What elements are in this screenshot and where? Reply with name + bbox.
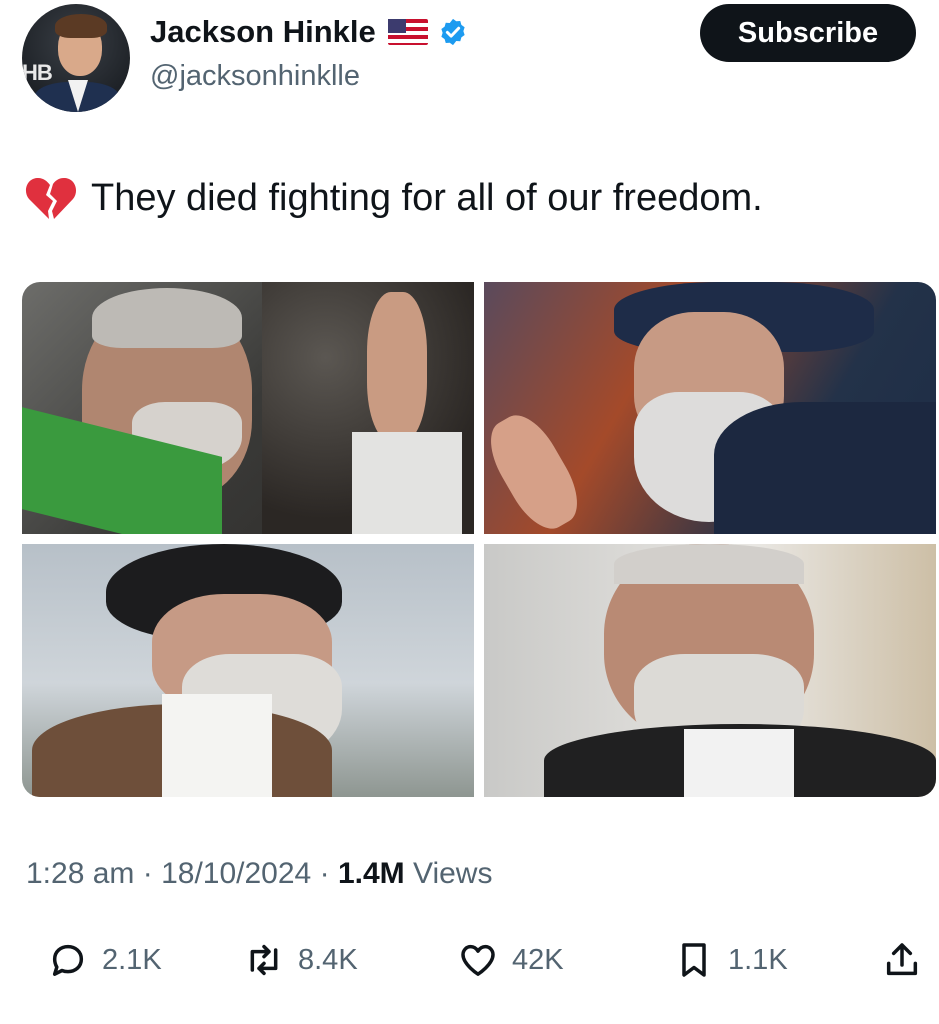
author-name-row[interactable]: Jackson Hinkle [150, 14, 468, 50]
share-button[interactable] [882, 930, 936, 990]
repost-count: 8.4K [298, 943, 358, 976]
us-flag-icon [387, 19, 428, 45]
like-count: 42K [512, 943, 564, 976]
bookmark-icon [682, 943, 706, 977]
tweet-photo-1[interactable] [22, 282, 474, 534]
media-grid [22, 282, 936, 797]
verified-badge-icon [441, 18, 465, 46]
heart-icon [461, 944, 495, 976]
reply-icon [52, 944, 84, 976]
author-handle[interactable]: @jacksonhinklle [150, 60, 360, 93]
like-button[interactable]: 42K [458, 930, 564, 990]
tweet-text-content: They died fighting for all of our freedo… [91, 176, 763, 219]
tweet-photo-3[interactable] [22, 544, 474, 797]
reply-button[interactable]: 2.1K [48, 930, 162, 990]
bookmark-count: 1.1K [728, 943, 788, 976]
tweet-photo-4[interactable] [484, 544, 936, 797]
share-icon [886, 943, 918, 976]
repost-button[interactable]: 8.4K [244, 930, 358, 990]
meta-separator: · [319, 857, 330, 890]
tweet-header: HB Jackson Hinkle @jacksonhinklle Subscr… [0, 0, 939, 120]
author-name[interactable]: Jackson Hinkle [150, 14, 376, 50]
meta-separator: · [142, 857, 153, 890]
tweet-date[interactable]: 18/10/2024 [161, 857, 311, 890]
broken-heart-icon [25, 177, 77, 219]
tweet-time[interactable]: 1:28 am [26, 857, 134, 890]
avatar[interactable]: HB [22, 4, 130, 112]
reply-count: 2.1K [102, 943, 162, 976]
views-label: Views [412, 857, 493, 890]
tweet-photo-2[interactable] [484, 282, 936, 534]
subscribe-button[interactable]: Subscribe [700, 4, 916, 62]
views-count: 1.4M [337, 857, 405, 890]
tweet-text: They died fighting for all of our freedo… [25, 175, 763, 221]
tweet-meta: 1:28 am · 18/10/2024 · 1.4M Views [26, 857, 492, 891]
tweet-actions: 2.1K 8.4K 42K 1.1K [0, 930, 939, 990]
bookmark-button[interactable]: 1.1K [674, 930, 788, 990]
avatar-logo-text: HB [22, 60, 53, 85]
repost-icon [250, 944, 278, 976]
